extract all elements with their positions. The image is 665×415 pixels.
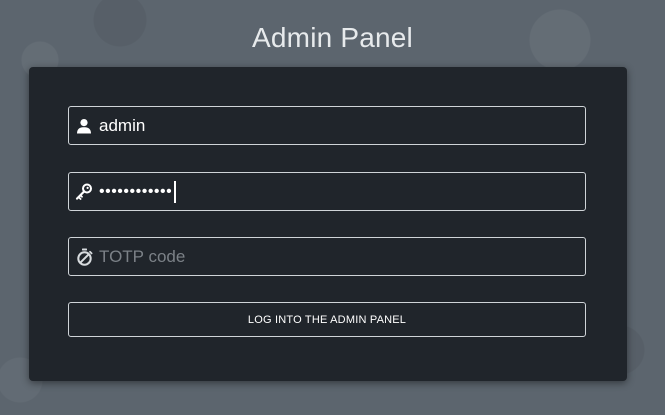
login-button[interactable]: LOG INTO THE ADMIN PANEL [68, 302, 586, 337]
username-value: admin [99, 115, 146, 135]
stopwatch-icon [69, 238, 99, 275]
text-caret [174, 180, 176, 203]
page-title: Admin Panel [252, 22, 413, 53]
user-icon [69, 107, 99, 144]
key-icon [69, 173, 99, 210]
totp-field[interactable]: TOTP code [68, 237, 586, 276]
totp-placeholder: TOTP code [99, 246, 186, 266]
username-field[interactable]: admin [68, 106, 586, 145]
password-field[interactable]: •••••••••••• [68, 172, 586, 211]
login-panel: admin •••••••••••• TOTP code LOG INTO TH… [29, 67, 627, 381]
password-value: •••••••••••• [99, 182, 173, 200]
